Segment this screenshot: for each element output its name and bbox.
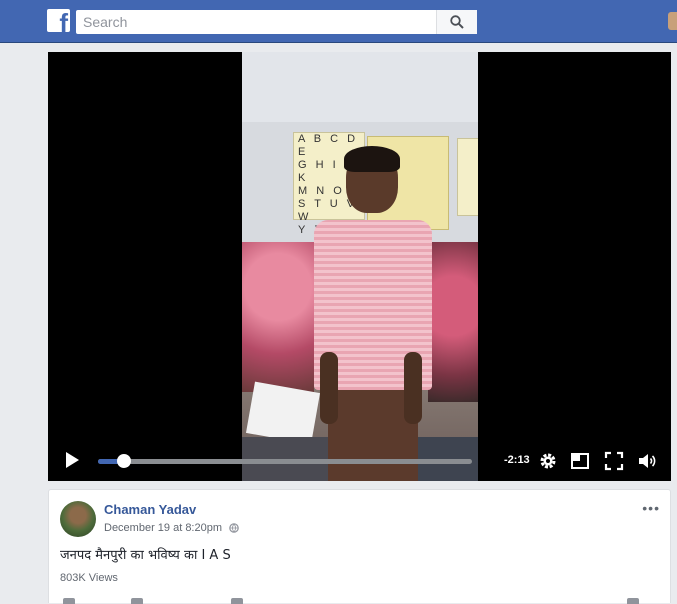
time-remaining: -2:13 [504, 454, 530, 466]
post-actions [49, 598, 672, 604]
top-navigation-bar: f Search [0, 0, 677, 43]
view-count: 803K Views [60, 572, 118, 584]
search-bar[interactable]: Search [76, 10, 477, 34]
author-avatar[interactable] [60, 501, 96, 537]
like-icon[interactable] [63, 598, 75, 604]
video-controls: -2:13 [48, 441, 671, 481]
gear-icon[interactable] [538, 451, 558, 471]
volume-icon[interactable] [637, 451, 657, 471]
progress-scrubber[interactable] [117, 454, 132, 468]
search-button[interactable] [436, 10, 477, 34]
seated-students-left [242, 242, 314, 392]
picture-in-picture-icon[interactable] [570, 451, 590, 471]
reaction-icon[interactable] [627, 598, 639, 604]
video-frame: A B C D E G H I J K M N O P S T U V W Y … [242, 52, 478, 481]
comment-icon[interactable] [131, 598, 143, 604]
fullscreen-icon[interactable] [604, 451, 624, 471]
author-name[interactable]: Chaman Yadav [104, 502, 196, 517]
globe-icon[interactable] [229, 523, 239, 533]
play-icon[interactable] [62, 450, 82, 470]
notebook [245, 381, 321, 445]
post-text: जनपद मैनपुरी का भविष्य का I A S [60, 548, 231, 563]
search-icon [450, 15, 464, 29]
user-avatar[interactable] [668, 12, 677, 30]
more-options-button[interactable]: ••• [642, 500, 660, 516]
seated-students-right [428, 242, 478, 402]
student-hair [344, 146, 400, 172]
wall-chart [457, 138, 478, 216]
post-timestamp[interactable]: December 19 at 8:20pm [104, 522, 222, 534]
logo-letter: f [59, 8, 68, 38]
video-player[interactable]: A B C D E G H I J K M N O P S T U V W Y … [48, 52, 671, 481]
facebook-logo-icon[interactable]: f [47, 9, 70, 36]
student-arm [320, 352, 338, 424]
progress-bar[interactable] [98, 454, 472, 468]
post-card: Chaman Yadav December 19 at 8:20pm ••• ज… [48, 489, 672, 604]
share-icon[interactable] [231, 598, 243, 604]
student-arm [404, 352, 422, 424]
search-input[interactable]: Search [83, 14, 127, 30]
